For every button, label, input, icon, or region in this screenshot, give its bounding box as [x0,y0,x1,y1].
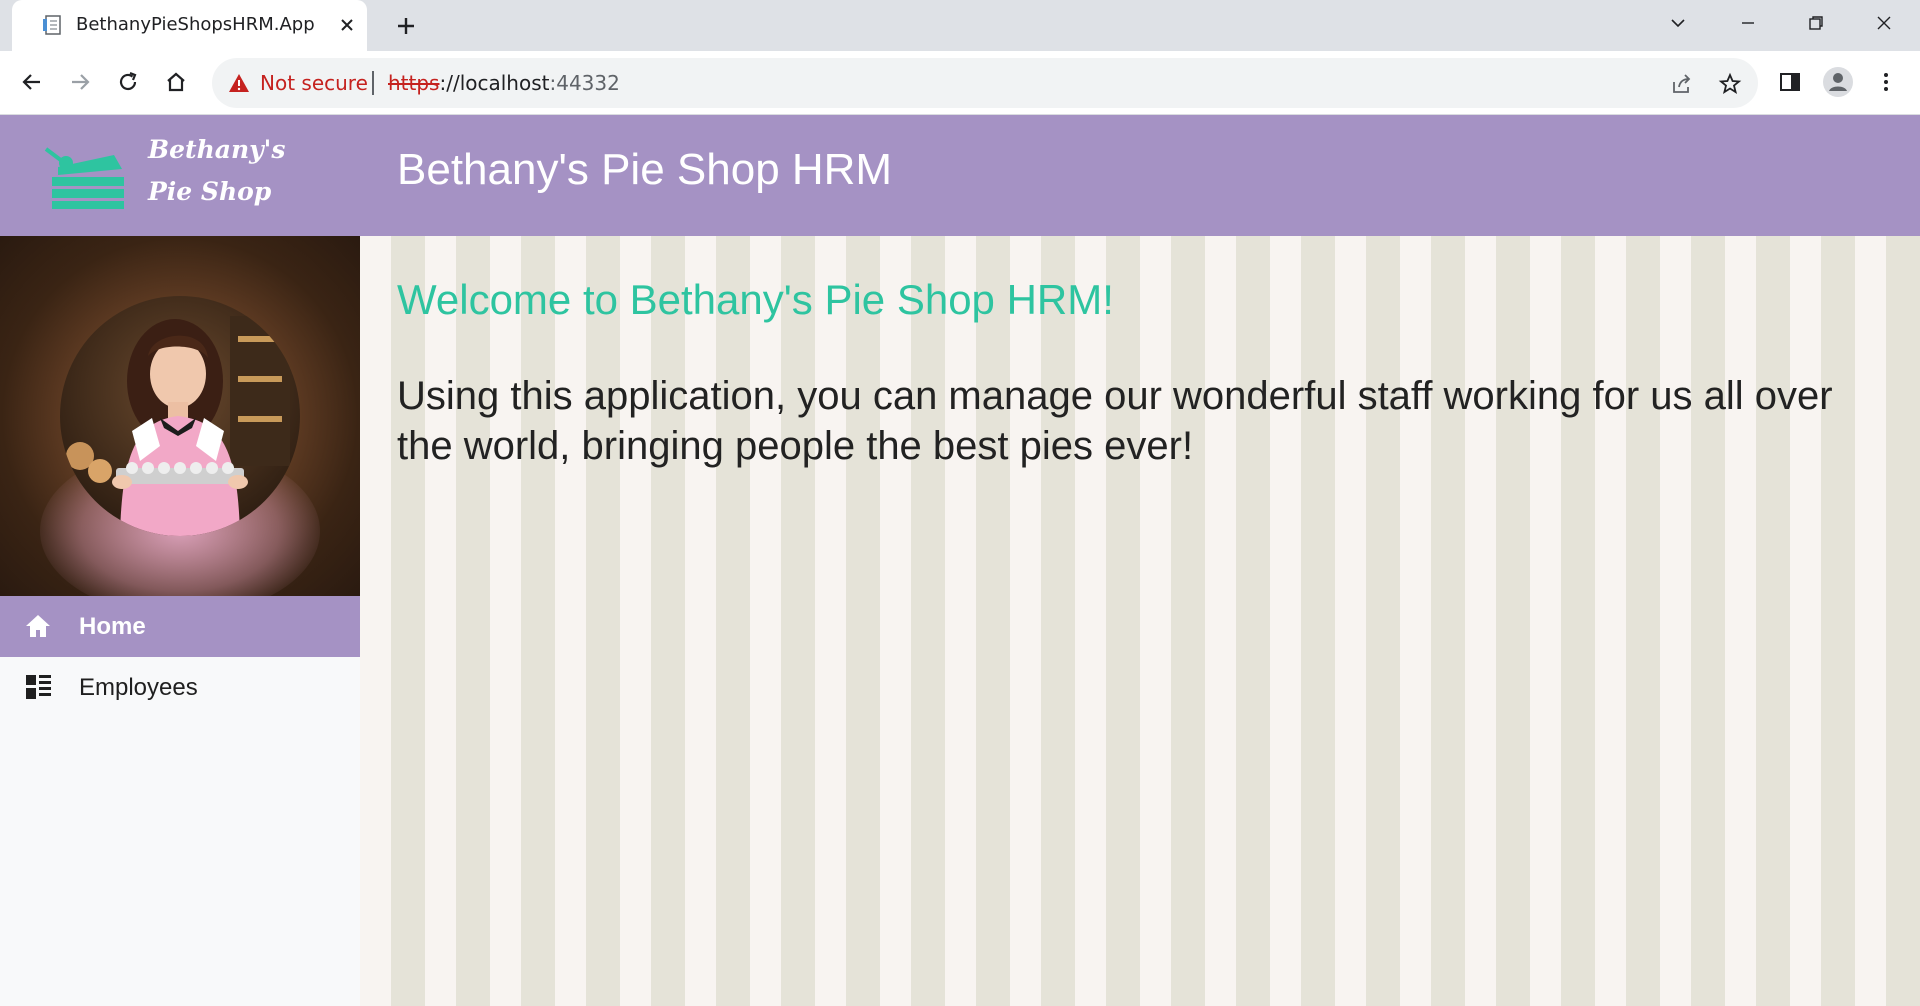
not-secure-label[interactable]: Not secure [260,71,368,95]
browser-tab[interactable]: BethanyPieShopsHRM.App [12,0,367,51]
share-icon[interactable] [1668,70,1696,98]
bookmark-star-icon[interactable] [1716,70,1744,98]
nav-item-employees[interactable]: Employees [0,657,360,718]
reload-icon[interactable] [110,64,146,100]
side-panel-icon[interactable] [1772,64,1808,100]
baker-photo [60,296,300,536]
page-title: Bethany's Pie Shop HRM [397,145,893,194]
close-window-icon[interactable] [1860,6,1908,40]
url-port: :44332 [549,71,620,95]
address-bar[interactable]: Not secure https://localhost:44332 [212,58,1758,108]
hero-image [0,236,360,596]
main-content: Welcome to Bethany's Pie Shop HRM! Using… [360,236,1920,1006]
nav-item-home[interactable]: Home [0,596,360,657]
intro-paragraph: Using this application, you can manage o… [397,374,1833,468]
forward-icon[interactable] [62,64,98,100]
menu-kebab-icon[interactable] [1868,64,1904,100]
back-icon[interactable] [14,64,50,100]
app-header: Bethany's Pie Shop Bethany's Pie Shop HR… [0,115,1920,236]
address-separator [372,71,374,95]
tab-search-chevron-icon[interactable] [1654,6,1702,40]
logo-line-2: Pie Shop [148,177,272,206]
profile-avatar-icon[interactable] [1820,64,1856,100]
home-browser-icon[interactable] [158,64,194,100]
page-favicon-icon [42,14,64,36]
list-icon [24,673,52,701]
nav-label-home: Home [79,613,146,640]
minimize-icon[interactable] [1724,6,1772,40]
new-tab-icon[interactable] [390,10,422,42]
logo-line-1: Bethany's [148,135,286,164]
close-tab-icon[interactable] [334,12,360,38]
logo-text[interactable]: Bethany's Pie Shop [148,129,285,213]
tab-title: BethanyPieShopsHRM.App [76,14,315,35]
url-text[interactable]: https://localhost:44332 [388,71,620,95]
home-icon [24,612,52,640]
url-scheme: https [388,71,440,95]
warning-icon[interactable] [228,72,250,94]
browser-toolbar: Not secure https://localhost:44332 [0,51,1920,114]
browser-tabstrip: BethanyPieShopsHRM.App [0,0,1920,51]
welcome-heading: Welcome to Bethany's Pie Shop HRM! [397,276,1114,323]
url-host: ://localhost [439,71,550,95]
sidebar: Home Employees [0,236,360,1006]
restore-icon[interactable] [1792,6,1840,40]
pie-logo-icon[interactable] [44,133,128,213]
nav-label-employees: Employees [79,674,198,701]
